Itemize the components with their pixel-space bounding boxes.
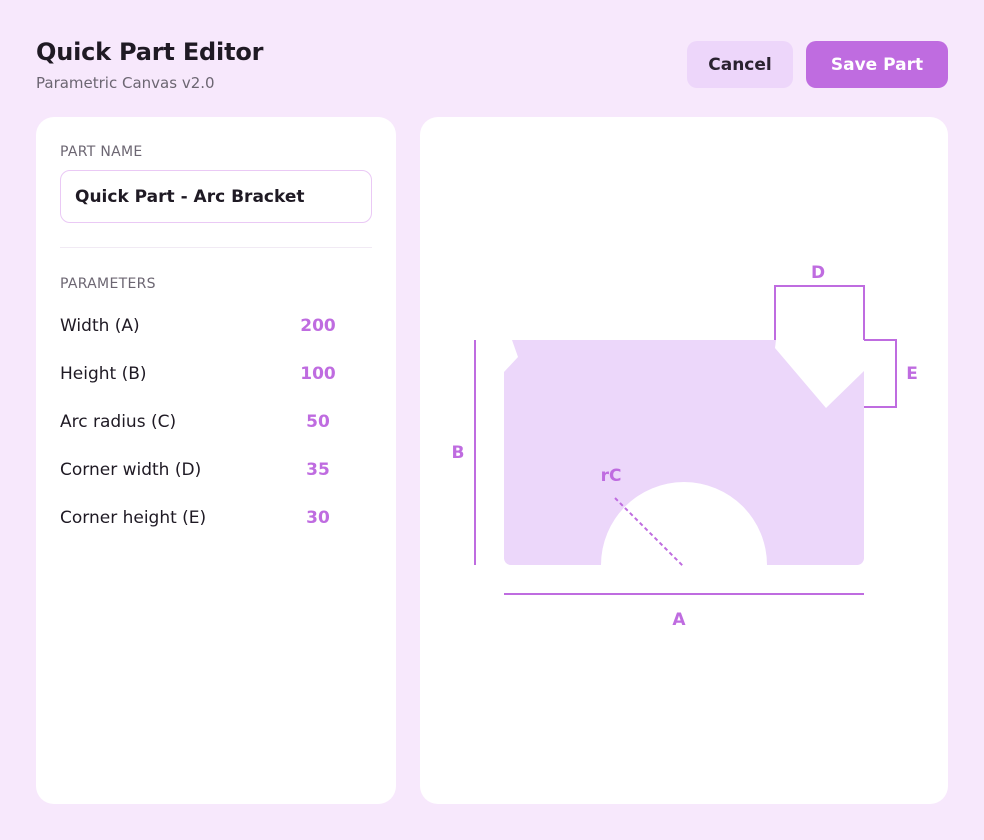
section-divider (60, 247, 372, 248)
param-label-arc-radius: Arc radius (C) (60, 412, 177, 432)
dim-label-d: D (811, 263, 825, 283)
dim-line-e (864, 339, 897, 408)
dim-line-d (774, 285, 865, 340)
part-name-input[interactable] (60, 170, 372, 223)
param-row-arc-radius[interactable]: Arc radius (C) 50 (60, 410, 340, 434)
canvas-panel[interactable]: B A rC D E (420, 117, 948, 804)
app-subtitle: Parametric Canvas v2.0 (36, 74, 215, 92)
param-row-width[interactable]: Width (A) 200 (60, 314, 340, 338)
param-row-corner-height[interactable]: Corner height (E) 30 (60, 506, 340, 530)
param-value-height[interactable]: 100 (296, 364, 340, 384)
properties-panel: PART NAME PARAMETERS Width (A) 200 Heigh… (36, 117, 396, 804)
param-label-width: Width (A) (60, 316, 140, 336)
param-row-corner-width[interactable]: Corner width (D) 35 (60, 458, 340, 482)
dim-label-e: E (906, 364, 918, 384)
cancel-button[interactable]: Cancel (687, 41, 793, 88)
dim-label-rc: rC (601, 466, 622, 486)
param-value-arc-radius[interactable]: 50 (296, 412, 340, 432)
part-name-label: PART NAME (60, 144, 143, 160)
param-value-corner-width[interactable]: 35 (296, 460, 340, 480)
part-canvas[interactable]: B A rC D E (420, 117, 948, 804)
param-label-corner-height: Corner height (E) (60, 508, 207, 528)
param-label-height: Height (B) (60, 364, 147, 384)
dim-label-a: A (672, 610, 686, 630)
parameters-label: PARAMETERS (60, 276, 156, 292)
param-label-corner-width: Corner width (D) (60, 460, 202, 480)
app-title: Quick Part Editor (36, 38, 264, 66)
save-part-button[interactable]: Save Part (806, 41, 948, 88)
param-value-width[interactable]: 200 (296, 316, 340, 336)
dim-label-b: B (452, 443, 465, 463)
part-shape[interactable] (504, 340, 864, 565)
param-value-corner-height[interactable]: 30 (296, 508, 340, 528)
dim-line-rc (614, 497, 684, 567)
param-row-height[interactable]: Height (B) 100 (60, 362, 340, 386)
